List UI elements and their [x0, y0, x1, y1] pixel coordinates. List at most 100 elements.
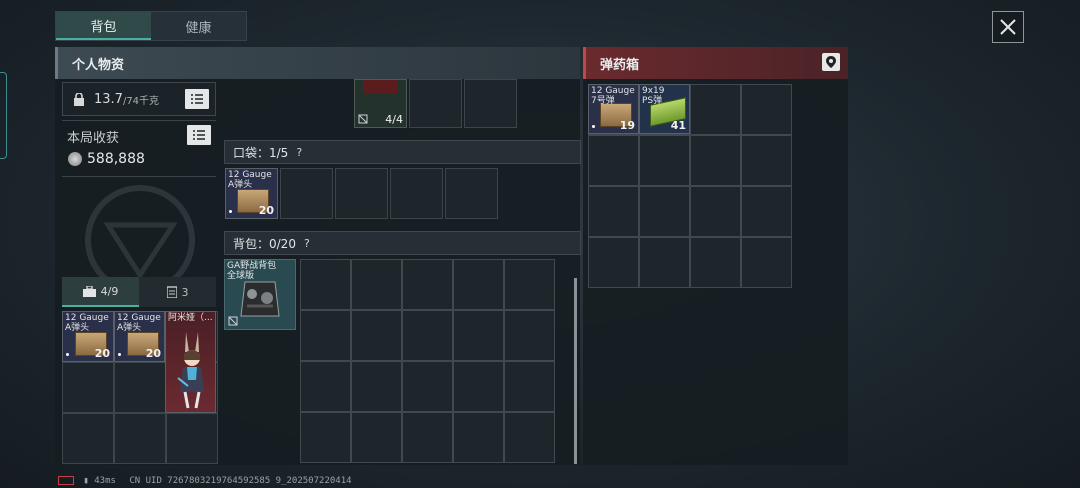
pocket-item-shotgun-ammo[interactable]: 12 Gauge A弹头 20	[225, 168, 278, 219]
grid-slot[interactable]	[62, 362, 114, 413]
grid-slot[interactable]	[402, 310, 453, 361]
item-dot	[118, 353, 121, 356]
grid-slot[interactable]	[741, 237, 792, 288]
item-name: 9x19 PS弹	[642, 86, 665, 106]
grid-slot[interactable]	[639, 237, 690, 288]
item-dot	[592, 125, 595, 128]
grid-slot[interactable]	[300, 361, 351, 412]
grid-slot[interactable]	[690, 186, 741, 237]
loot-list-button[interactable]	[187, 125, 211, 145]
grid-slot[interactable]	[464, 79, 517, 128]
ammo-item-shotgun[interactable]: 12 Gauge 7号弹 19	[588, 84, 639, 134]
item-quantity: 20	[94, 347, 110, 360]
item-quantity: 19	[619, 119, 635, 132]
close-button[interactable]	[992, 11, 1024, 43]
grid-slot[interactable]	[504, 310, 555, 361]
grid-slot[interactable]	[690, 135, 741, 186]
grid-slot[interactable]	[453, 361, 504, 412]
grid-slot[interactable]	[402, 361, 453, 412]
amiya-figure-icon	[177, 332, 204, 409]
grid-slot[interactable]	[351, 259, 402, 310]
safe-item-amiya[interactable]: 阿米娅（...	[165, 311, 216, 413]
faction-emblem-icon	[85, 185, 195, 280]
grid-slot[interactable]	[453, 259, 504, 310]
item-name: 12 Gauge A弹头	[228, 170, 272, 190]
grid-slot[interactable]	[504, 361, 555, 412]
grid-slot[interactable]	[690, 84, 741, 135]
grid-slot[interactable]	[351, 412, 402, 463]
clipboard-icon	[166, 286, 177, 298]
item-dot	[66, 353, 69, 356]
item-name: 12 Gauge A弹头	[65, 313, 109, 333]
unlocked-icon	[358, 114, 368, 124]
locate-button[interactable]	[822, 53, 840, 71]
grid-slot[interactable]	[639, 186, 690, 237]
status-bar: ▮ 43ms CN UID 7267803219764592585 9_2025…	[58, 476, 352, 486]
scrollbar[interactable]	[574, 278, 577, 464]
weight-capacity: /74千克	[122, 95, 160, 107]
tab-safe-box[interactable]: 4/9	[62, 277, 139, 307]
map-pin-icon	[826, 56, 836, 68]
grid-slot[interactable]	[335, 168, 388, 219]
tab-backpack[interactable]: 背包	[56, 12, 151, 40]
grid-slot[interactable]	[588, 135, 639, 186]
weight-list-button[interactable]	[185, 89, 209, 109]
grid-slot[interactable]	[453, 412, 504, 463]
grid-slot[interactable]	[409, 79, 462, 128]
side-drawer-handle[interactable]	[0, 72, 7, 159]
session-loot-label: 本局收获	[67, 131, 120, 146]
grid-slot[interactable]	[300, 412, 351, 463]
pocket-help-icon[interactable]: ?	[296, 146, 302, 159]
grid-slot[interactable]	[114, 362, 166, 413]
equipped-backpack[interactable]: GA野战背包 全球版	[224, 259, 296, 330]
pocket-section-header: 口袋：1/5 ?	[224, 140, 581, 164]
pocket-label: 口袋：1/5	[233, 145, 289, 160]
grid-slot[interactable]	[62, 413, 114, 464]
grid-slot[interactable]	[445, 168, 498, 219]
personal-items-header: 个人物资	[55, 47, 580, 79]
grid-slot[interactable]	[166, 413, 218, 464]
grid-slot[interactable]	[390, 168, 443, 219]
grid-slot[interactable]	[300, 259, 351, 310]
item-name: 12 Gauge 7号弹	[591, 86, 635, 106]
safe-item-shotgun-ammo[interactable]: 12 Gauge A弹头 20	[62, 311, 114, 362]
battery-icon	[58, 476, 74, 485]
grid-slot[interactable]	[300, 310, 351, 361]
ticket-box-count: 3	[181, 285, 189, 299]
grid-slot[interactable]	[453, 310, 504, 361]
ammo-item-9x19[interactable]: 9x19 PS弹 41	[639, 84, 690, 134]
ammo-box-header: 弹药箱	[583, 47, 848, 79]
lock-icon	[74, 92, 84, 106]
session-loot-value: 588,888	[87, 151, 145, 167]
uid-text: CN UID 7267803219764592585 9_20250722041…	[129, 476, 352, 486]
grid-slot[interactable]	[280, 168, 333, 219]
grid-slot[interactable]	[351, 310, 402, 361]
grid-slot[interactable]	[588, 237, 639, 288]
backpack-icon	[240, 281, 280, 317]
session-loot-value-row: 588,888	[68, 151, 145, 167]
signal-icon: ▮	[83, 476, 89, 486]
grid-slot[interactable]	[114, 413, 166, 464]
grid-slot[interactable]	[741, 135, 792, 186]
grid-slot[interactable]	[504, 259, 555, 310]
weight-value: 13.7	[94, 91, 123, 107]
grid-slot[interactable]	[402, 412, 453, 463]
grid-slot[interactable]	[690, 237, 741, 288]
safe-box-count: 4/9	[100, 284, 119, 298]
grid-slot[interactable]	[402, 259, 453, 310]
grid-slot[interactable]	[351, 361, 402, 412]
equipment-item[interactable]: 4/4	[354, 79, 407, 128]
backpack-help-icon[interactable]: ?	[304, 237, 310, 250]
grid-slot[interactable]	[639, 135, 690, 186]
top-tab-bar: 背包 健康	[55, 11, 247, 41]
grid-slot[interactable]	[504, 412, 555, 463]
grid-slot[interactable]	[741, 84, 792, 135]
tab-ticket-box[interactable]: 3	[139, 277, 216, 307]
safe-item-shotgun-ammo[interactable]: 12 Gauge A弹头 20	[114, 311, 165, 362]
tab-health[interactable]: 健康	[151, 12, 246, 40]
list-icon	[193, 130, 205, 140]
backpack-label: 背包：0/20	[233, 236, 296, 251]
grid-slot[interactable]	[588, 186, 639, 237]
grid-slot[interactable]	[741, 186, 792, 237]
ping-value: 43ms	[94, 476, 116, 486]
